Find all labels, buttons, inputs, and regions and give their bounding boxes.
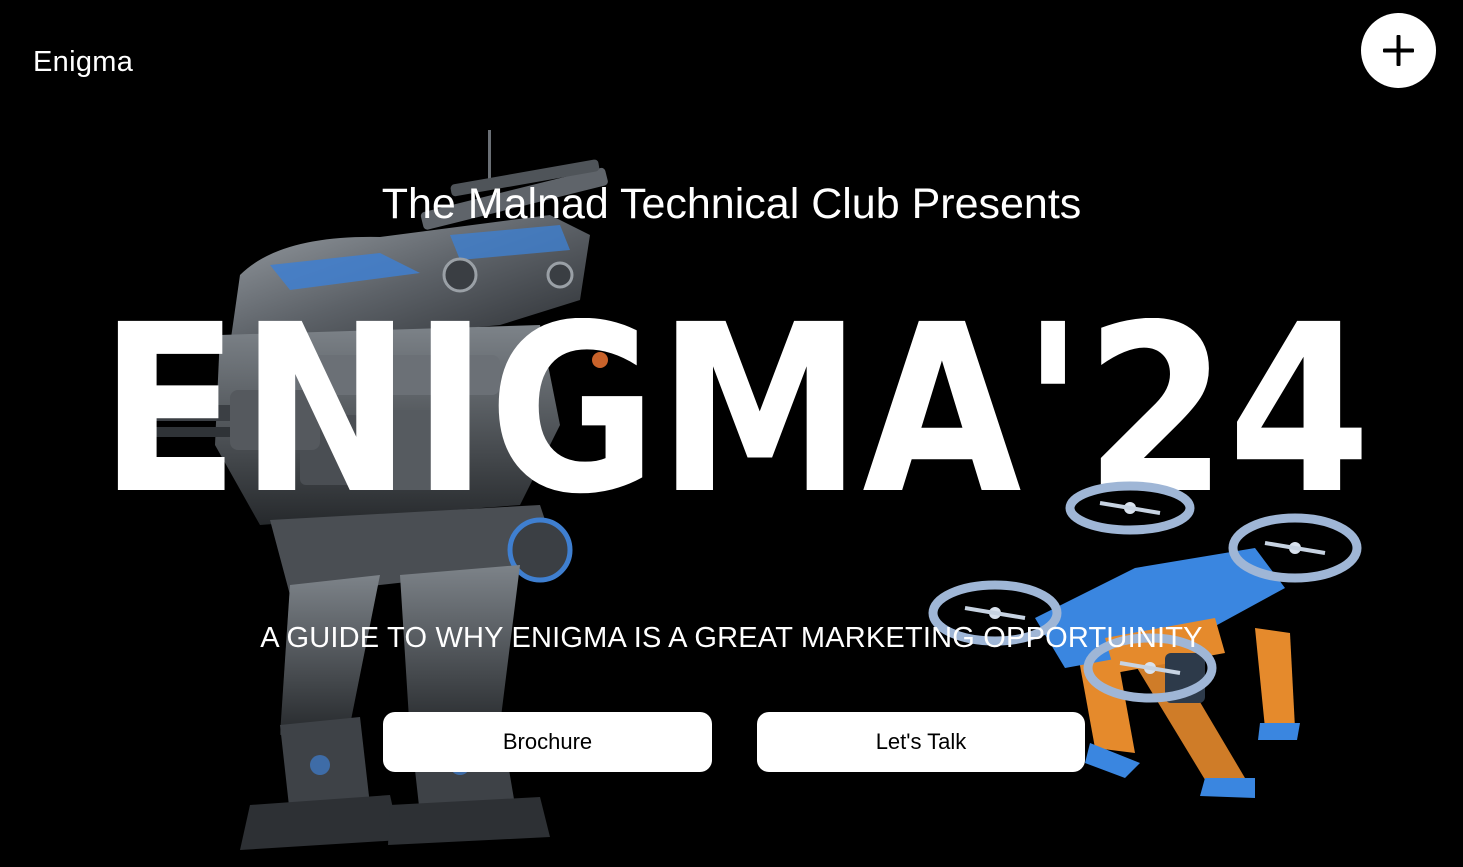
tagline: A GUIDE TO WHY ENIGMA IS A GREAT MARKETI…: [260, 622, 1203, 654]
brochure-button[interactable]: Brochure: [383, 712, 712, 772]
plus-icon: [1383, 35, 1414, 66]
presenter-heading: The Malnad Technical Club Presents: [381, 180, 1082, 228]
lets-talk-button[interactable]: Let's Talk: [757, 712, 1085, 772]
landing-page: ENIGMA'24 Enigma The Malnad Technical Cl…: [0, 0, 1463, 867]
brand-name[interactable]: Enigma: [33, 46, 133, 79]
menu-button[interactable]: [1361, 13, 1436, 88]
